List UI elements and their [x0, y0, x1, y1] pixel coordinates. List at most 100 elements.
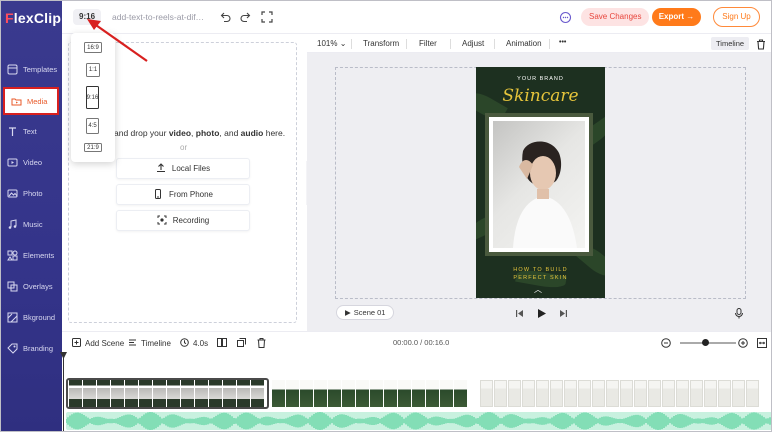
- video-canvas[interactable]: YOUR BRAND Skincare HOW TO BUILD PERFECT…: [476, 67, 605, 298]
- fullscreen-icon[interactable]: [260, 10, 274, 24]
- sidebar-item-text[interactable]: Text: [1, 117, 62, 145]
- export-button[interactable]: Export →: [652, 8, 701, 26]
- more-options-icon[interactable]: •••: [559, 39, 566, 46]
- sidebar-item-label: Video: [23, 157, 43, 167]
- scene-track-3[interactable]: [480, 380, 759, 407]
- scene-thumbnail: [606, 380, 619, 407]
- divider: [549, 39, 550, 49]
- record-icon: [157, 215, 167, 227]
- canvas-tagline-2: PERFECT SKIN: [513, 275, 568, 281]
- playback-time: 00:00.0 / 00:16.0: [393, 338, 450, 347]
- fit-timeline-icon[interactable]: [757, 338, 767, 348]
- next-scene-icon[interactable]: [557, 307, 569, 319]
- sidebar-item-label: Elements: [23, 250, 55, 260]
- scene-thumbnail: [634, 380, 647, 407]
- local-files-button[interactable]: Local Files: [116, 158, 250, 179]
- zoom-slider-handle[interactable]: [702, 339, 709, 346]
- from-phone-button[interactable]: From Phone: [116, 184, 250, 205]
- zoom-in-icon[interactable]: [738, 338, 748, 348]
- sign-up-button[interactable]: Sign Up: [713, 7, 760, 27]
- zoom-level-dropdown[interactable]: 101% ⌄: [317, 39, 346, 48]
- clock-icon: [180, 338, 189, 349]
- sidebar-item-overlays[interactable]: Overlays: [1, 272, 62, 300]
- drop-text-video: video: [168, 128, 192, 138]
- scene-track-2[interactable]: [272, 380, 467, 407]
- scene-duration[interactable]: 4.0s: [180, 338, 208, 349]
- animation-tab[interactable]: Animation: [506, 39, 542, 48]
- duplicate-icon[interactable]: [237, 338, 246, 347]
- or-separator: or: [180, 143, 188, 152]
- sidebar-item-label: Overlays: [23, 281, 53, 291]
- ratio-option-9-16[interactable]: 9:16: [86, 86, 99, 109]
- photo-icon: [7, 188, 18, 199]
- save-changes-button[interactable]: Save Changes: [581, 8, 650, 26]
- scene-thumbnail: [300, 380, 313, 407]
- previous-scene-icon[interactable]: [513, 307, 525, 319]
- timeline-tracks: [60, 352, 771, 431]
- timeline-toolbar: Add Scene Timeline 4.0s 00:00.0 / 00:16.…: [62, 331, 771, 352]
- scene-thumbnail: [746, 380, 759, 407]
- chat-support-icon[interactable]: [558, 10, 572, 24]
- adjust-tab[interactable]: Adjust: [462, 39, 484, 48]
- sidebar-item-label: Photo: [23, 188, 43, 198]
- trash-icon[interactable]: [754, 37, 768, 51]
- redo-icon[interactable]: [238, 10, 252, 24]
- sidebar-item-media[interactable]: Media: [3, 87, 59, 115]
- delete-scene-icon[interactable]: [257, 338, 266, 348]
- music-icon: [7, 218, 18, 230]
- scene-thumbnail: [718, 380, 731, 407]
- timeline-toggle-button[interactable]: Timeline: [711, 37, 750, 50]
- sidebar-item-bkground[interactable]: Bkground: [1, 303, 62, 331]
- sidebar-item-label: Templates: [23, 64, 58, 74]
- recording-button[interactable]: Recording: [116, 210, 250, 231]
- scene-thumbnail: [454, 380, 467, 407]
- ratio-option-1-1[interactable]: 1:1: [86, 63, 100, 77]
- scene-thumbnail: [494, 380, 507, 407]
- portrait-illustration: [513, 141, 577, 248]
- timeline-icon: [128, 338, 137, 349]
- background-icon: [7, 312, 18, 323]
- divider: [406, 39, 407, 49]
- preview-area: YOUR BRAND Skincare HOW TO BUILD PERFECT…: [307, 53, 771, 331]
- scene-thumbnail: [508, 380, 521, 407]
- scene-thumbnail: [426, 380, 439, 407]
- filter-tab[interactable]: Filter: [419, 39, 437, 48]
- transform-tab[interactable]: Transform: [363, 39, 399, 48]
- chevron-down-icon: ⌄: [339, 39, 347, 48]
- add-scene-button[interactable]: Add Scene: [72, 338, 124, 349]
- flexclip-logo[interactable]: FlexClip: [5, 10, 61, 26]
- zoom-out-icon[interactable]: [661, 338, 671, 348]
- scene-thumbnail: [732, 380, 745, 407]
- ratio-option-4-5[interactable]: 4:5: [86, 118, 99, 134]
- scene-selector[interactable]: ▶ Scene 01: [336, 305, 395, 320]
- undo-icon[interactable]: [219, 10, 233, 24]
- from-phone-label: From Phone: [168, 190, 214, 199]
- sidebar-item-photo[interactable]: Photo: [1, 179, 62, 207]
- scene-thumbnail: [620, 380, 633, 407]
- drop-text-part: ,: [191, 128, 194, 138]
- duration-value: 4.0s: [193, 339, 209, 348]
- timeline-button[interactable]: Timeline: [128, 338, 171, 349]
- playhead[interactable]: [60, 352, 67, 431]
- ratio-option-21-9[interactable]: 21:9: [84, 143, 102, 152]
- annotation-arrow: [87, 19, 148, 62]
- sidebar-item-branding[interactable]: Branding: [1, 334, 62, 362]
- add-scene-label: Add Scene: [85, 339, 125, 348]
- sidebar-item-video[interactable]: Video: [1, 148, 62, 176]
- playhead-handle[interactable]: [60, 352, 67, 359]
- zoom-level-value: 101%: [317, 39, 338, 48]
- drop-text-audio: audio: [240, 128, 264, 138]
- branding-icon: [7, 343, 18, 354]
- scene-thumbnail: [704, 380, 717, 407]
- audio-track[interactable]: [66, 412, 771, 430]
- drop-text-photo: photo: [195, 128, 220, 138]
- sidebar-item-elements[interactable]: Elements: [1, 241, 62, 269]
- play-icon[interactable]: [535, 307, 547, 319]
- play-small-icon: ▶: [345, 308, 351, 317]
- sidebar-item-music[interactable]: Music: [1, 210, 62, 238]
- split-icon[interactable]: [217, 338, 227, 347]
- drop-text-part: , and: [219, 128, 239, 138]
- sidebar-item-templates[interactable]: Templates: [1, 55, 62, 83]
- microphone-icon[interactable]: [733, 307, 745, 319]
- add-icon: [72, 338, 81, 349]
